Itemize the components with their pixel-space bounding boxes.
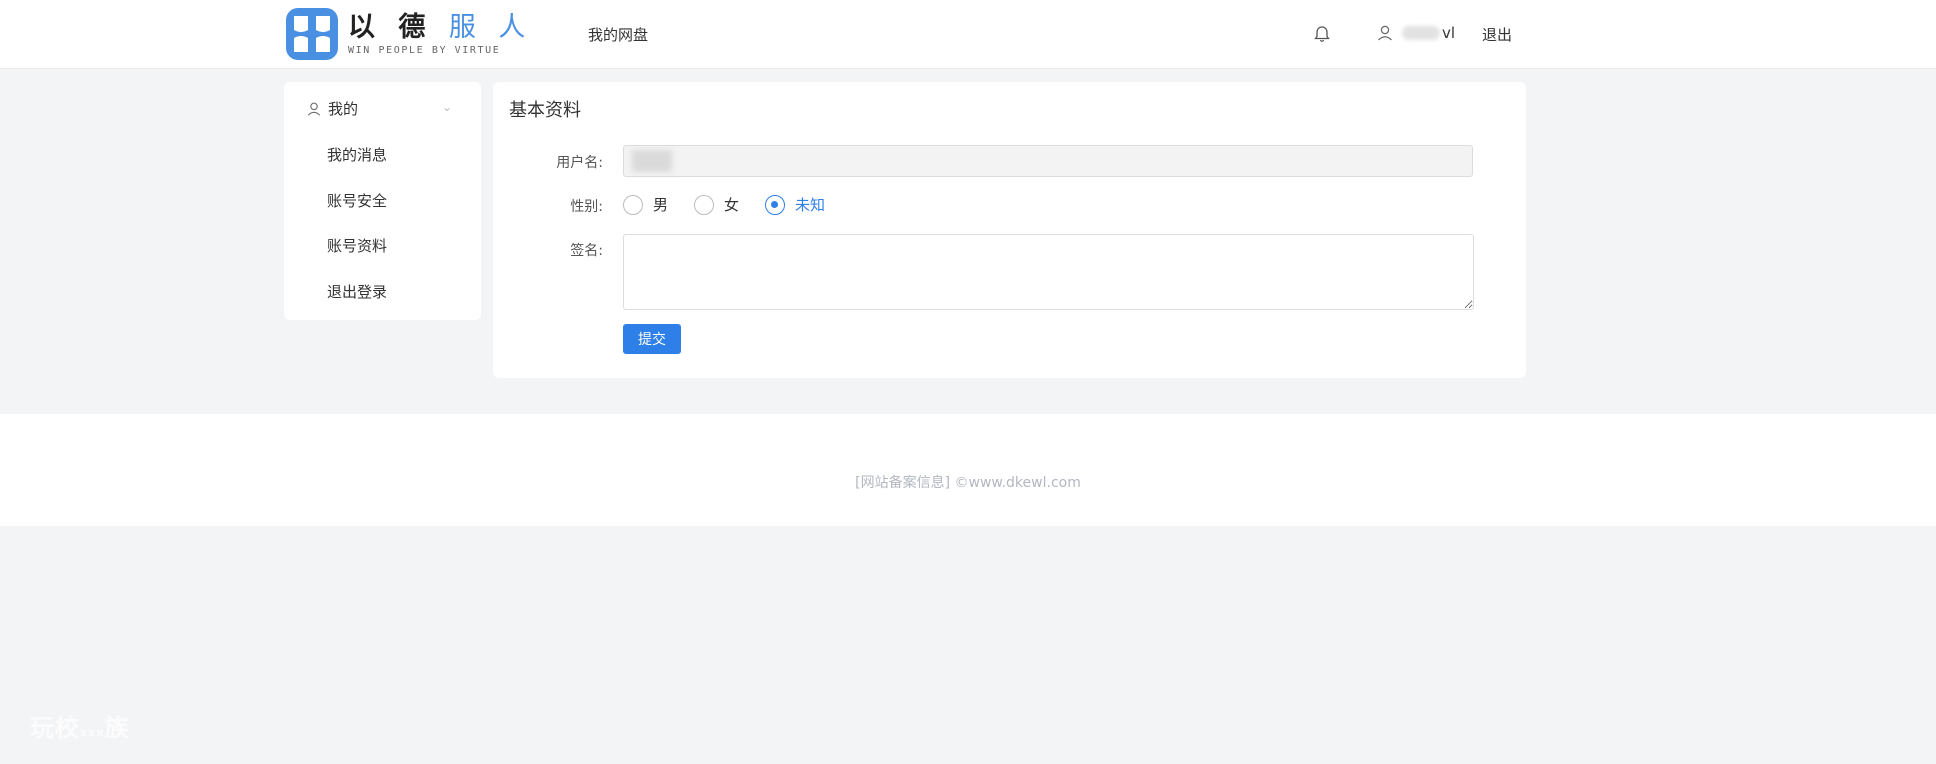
gender-label: 性别: (570, 199, 603, 215)
logo-slogan-en: WIN PEOPLE BY VIRTUE (348, 44, 501, 56)
username-field (623, 145, 1473, 177)
gender-radio-male[interactable]: 男 (623, 194, 668, 215)
logo-mark-icon (286, 8, 338, 60)
gender-radio-group: 男 女 未知 (623, 194, 851, 215)
logo-cn-dark: 以 德 (348, 11, 433, 43)
username-redacted (1402, 26, 1440, 40)
gender-option-label: 女 (724, 196, 740, 214)
sidebar-section-mine[interactable]: 我的 ⌄ (306, 98, 466, 119)
gender-option-label: 男 (653, 196, 669, 214)
radio-circle-icon (694, 194, 715, 215)
signature-label: 签名: (570, 243, 603, 259)
user-icon (1378, 25, 1392, 41)
watermark-end: 族 (104, 714, 130, 742)
watermark-small: xxx (80, 726, 105, 739)
footer-text: [网站备案信息] ©www.dkewl.com (0, 472, 1936, 492)
watermark-main: 玩校 (30, 714, 80, 742)
nav-my-netdisk[interactable]: 我的网盘 (588, 24, 648, 45)
username-value-redacted (632, 150, 672, 172)
sidebar: 我的 ⌄ 我的消息 账号安全 账号资料 退出登录 (284, 82, 481, 320)
copyright-text: ©www.dkewl.com (954, 475, 1081, 491)
radio-circle-icon (623, 194, 643, 215)
signature-textarea[interactable] (623, 234, 1474, 310)
logout-link[interactable]: 退出 (1482, 24, 1512, 45)
site-logo[interactable]: 以 德 服 人 WIN PEOPLE BY VIRTUE (286, 7, 532, 61)
page-footer: [网站备案信息] ©www.dkewl.com (0, 414, 1936, 526)
user-icon (307, 102, 321, 116)
profile-panel: 基本资料 用户名: 性别: 男 女 未知 签名: 提交 (493, 82, 1526, 378)
bell-icon[interactable] (1312, 24, 1332, 44)
gender-radio-female[interactable]: 女 (694, 194, 739, 215)
radio-checked-icon (765, 194, 786, 215)
logo-text: 以 德 服 人 WIN PEOPLE BY VIRTUE (348, 11, 533, 56)
username-label: 用户名: (556, 155, 603, 171)
gender-radio-unknown[interactable]: 未知 (765, 194, 825, 215)
username-suffix: vl (1442, 24, 1456, 42)
sidebar-item-logout[interactable]: 退出登录 (327, 281, 387, 302)
chevron-down-icon: ⌄ (441, 100, 452, 114)
beian-link[interactable]: [网站备案信息] (855, 475, 950, 491)
sidebar-item-profile[interactable]: 账号资料 (327, 235, 387, 256)
sidebar-item-security[interactable]: 账号安全 (327, 190, 387, 211)
logo-cn-blue: 服 人 (448, 11, 533, 43)
top-header: 以 德 服 人 WIN PEOPLE BY VIRTUE 我的网盘 vl 退出 (0, 0, 1936, 69)
sidebar-item-messages[interactable]: 我的消息 (327, 144, 387, 165)
gender-option-label: 未知 (795, 196, 826, 214)
page-title: 基本资料 (509, 100, 581, 121)
sidebar-section-label: 我的 (328, 100, 359, 118)
submit-button[interactable]: 提交 (623, 324, 681, 354)
logo-slogan-cn: 以 德 服 人 (348, 11, 533, 43)
user-menu[interactable]: vl (1376, 24, 1455, 42)
watermark: 玩校xxx族 (30, 708, 129, 743)
